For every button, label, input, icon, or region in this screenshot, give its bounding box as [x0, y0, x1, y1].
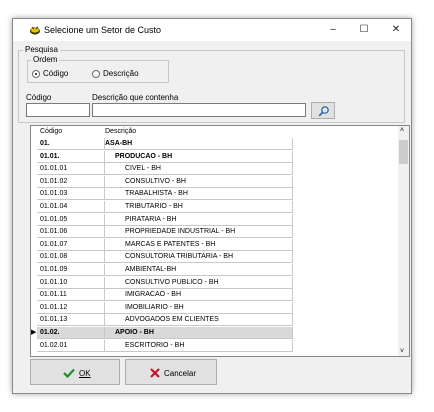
- current-row-indicator-icon: ▶: [31, 329, 37, 336]
- cell-codigo: 01.01.: [37, 150, 105, 163]
- cancel-button[interactable]: Cancelar: [125, 359, 217, 385]
- cell-descricao: IMIGRACAO - BH: [105, 289, 293, 302]
- table-row[interactable]: 01.01.02 CONSULTIVO - BH: [31, 175, 399, 188]
- cell-codigo: 01.01.10: [37, 276, 105, 289]
- cell-descricao: PRODUCAO - BH: [105, 150, 293, 163]
- header-descricao[interactable]: Descrição: [105, 128, 136, 135]
- search-button[interactable]: [311, 102, 335, 119]
- codigo-label: Código: [26, 93, 52, 102]
- ordem-descricao-radio[interactable]: [92, 70, 100, 78]
- search-icon: [318, 106, 329, 117]
- cell-codigo: 01.02.: [37, 327, 105, 339]
- pesquisa-legend: Pesquisa: [23, 45, 60, 54]
- cell-descricao: MARCAS E PATENTES - BH: [105, 238, 293, 251]
- cell-descricao: PIRATARIA - BH: [105, 213, 293, 226]
- cell-codigo: 01.01.03: [37, 188, 105, 201]
- cell-descricao: AMBIENTAL-BH: [105, 264, 293, 276]
- table-row[interactable]: 01.01.10 CONSULTIVO PUBLICO - BH: [31, 276, 399, 289]
- ordem-descricao-label[interactable]: Descrição: [103, 69, 139, 78]
- scroll-down-icon[interactable]: ˅: [400, 348, 404, 355]
- cell-descricao: TRABALHISTA - BH: [105, 188, 293, 201]
- descricao-label: Descrição que contenha: [92, 93, 179, 102]
- table-row[interactable]: 01.01.08 CONSULTORIA TRIBUTARIA - BH: [31, 251, 399, 264]
- cell-codigo: 01.01.11: [37, 289, 105, 302]
- close-button[interactable]: ✕: [385, 22, 407, 38]
- table-row[interactable]: 01.01.05 PIRATARIA - BH: [31, 213, 399, 226]
- cell-descricao: IMOBILIARIO - BH: [105, 301, 293, 314]
- cell-descricao: APOIO - BH: [105, 327, 293, 339]
- cell-codigo: 01.01.02: [37, 175, 105, 188]
- ordem-legend: Ordem: [31, 55, 60, 64]
- table-row[interactable]: 01.01.07 MARCAS E PATENTES - BH: [31, 238, 399, 251]
- table-row[interactable]: 01.01.12 IMOBILIARIO - BH: [31, 301, 399, 314]
- scroll-thumb[interactable]: [399, 140, 408, 164]
- maximize-button[interactable]: ☐: [353, 22, 375, 38]
- ordem-codigo-label[interactable]: Código: [43, 69, 68, 78]
- table-row[interactable]: 01.02.01 ESCRITORIO - BH: [31, 339, 399, 352]
- table-row[interactable]: 01.01.09 AMBIENTAL-BH: [31, 264, 399, 276]
- cell-descricao: CIVEL - BH: [105, 163, 293, 176]
- sectors-table[interactable]: Código Descrição 01. ASA-BH 01.01. PRODUCAO…: [30, 125, 410, 357]
- cell-codigo: 01.01.13: [37, 314, 105, 327]
- table-row[interactable]: 01.01.13 ADVOGADOS EM CLIENTES: [31, 314, 399, 327]
- cell-descricao: ASA-BH: [105, 138, 293, 150]
- button-bar: OK Cancelar: [28, 358, 398, 386]
- ordem-group: Ordem Código Descrição: [27, 55, 169, 83]
- table-row[interactable]: 01.02. APOIO - BH: [31, 327, 399, 339]
- window-title: Selecione um Setor de Custo: [44, 25, 162, 35]
- check-icon: [63, 368, 75, 378]
- cell-codigo: 01.01.08: [37, 251, 105, 264]
- cancel-x-icon: [150, 368, 160, 378]
- pesquisa-group: Pesquisa Ordem Código Descrição Código D…: [18, 45, 405, 123]
- cell-codigo: 01.01.01: [37, 163, 105, 176]
- codigo-input[interactable]: [26, 103, 90, 117]
- table-row[interactable]: 01.01.01 CIVEL - BH: [31, 163, 399, 176]
- table-row[interactable]: 01. ASA-BH: [31, 138, 399, 150]
- table-row[interactable]: 01.01. PRODUCAO - BH: [31, 150, 399, 163]
- descricao-input[interactable]: [92, 103, 306, 117]
- cell-codigo: 01.01.12: [37, 301, 105, 314]
- dialog-window: Selecione um Setor de Custo – ☐ ✕ Pesqui…: [12, 18, 412, 394]
- cell-descricao: CONSULTIVO - BH: [105, 175, 293, 188]
- ok-label: OK: [79, 369, 91, 378]
- cell-descricao: TRIBUTARIO - BH: [105, 201, 293, 213]
- cell-codigo: 01.01.05: [37, 213, 105, 226]
- app-icon: [30, 26, 40, 35]
- header-codigo[interactable]: Código: [40, 128, 62, 135]
- table-row[interactable]: 01.01.04 TRIBUTARIO - BH: [31, 201, 399, 213]
- table-row[interactable]: 01.01.03 TRABALHISTA - BH: [31, 188, 399, 201]
- ok-button[interactable]: OK: [30, 359, 120, 385]
- cell-descricao: CONSULTORIA TRIBUTARIA - BH: [105, 251, 293, 264]
- vertical-scrollbar[interactable]: ˄ ˅: [398, 126, 409, 356]
- cell-codigo: 01.01.06: [37, 226, 105, 239]
- cell-codigo: 01.02.01: [37, 339, 105, 352]
- ordem-codigo-radio[interactable]: [32, 70, 40, 78]
- scroll-up-icon[interactable]: ˄: [400, 127, 404, 134]
- cell-descricao: ADVOGADOS EM CLIENTES: [105, 314, 293, 327]
- cell-descricao: PROPRIEDADE INDUSTRIAL - BH: [105, 226, 293, 239]
- cell-codigo: 01.01.09: [37, 264, 105, 276]
- cell-codigo: 01.01.07: [37, 238, 105, 251]
- cancel-label: Cancelar: [164, 369, 197, 378]
- minimize-button[interactable]: –: [322, 22, 344, 38]
- cell-codigo: 01.01.04: [37, 201, 105, 213]
- table-header: Código Descrição: [31, 126, 399, 138]
- table-row[interactable]: 01.01.11 IMIGRACAO - BH: [31, 289, 399, 302]
- cell-descricao: CONSULTIVO PUBLICO - BH: [105, 276, 293, 289]
- cell-codigo: 01.: [37, 138, 105, 150]
- table-row[interactable]: 01.01.06 PROPRIEDADE INDUSTRIAL - BH: [31, 226, 399, 239]
- cell-descricao: ESCRITORIO - BH: [105, 339, 293, 352]
- title-bar[interactable]: Selecione um Setor de Custo – ☐ ✕: [13, 19, 411, 41]
